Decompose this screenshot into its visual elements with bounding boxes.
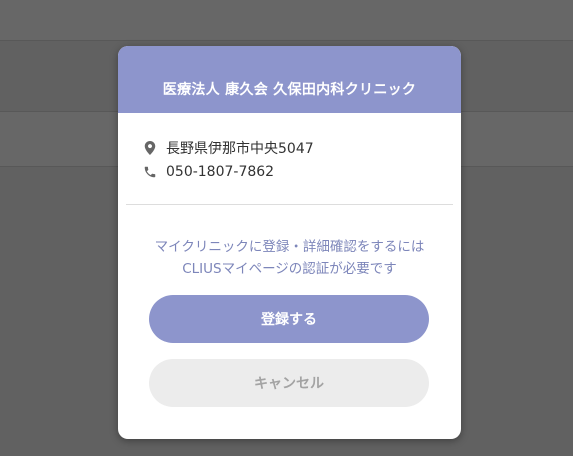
location-pin-icon (142, 140, 158, 156)
clinic-info: 長野県伊那市中央5047 050-1807-7862 (118, 113, 461, 184)
cancel-button[interactable]: キャンセル (149, 359, 429, 407)
phone-row: 050-1807-7862 (142, 160, 461, 184)
phone-icon (142, 164, 158, 180)
dialog-divider (126, 204, 453, 205)
clinic-phone: 050-1807-7862 (166, 164, 275, 180)
address-row: 長野県伊那市中央5047 (142, 136, 461, 160)
dialog-header: 医療法人 康久会 久保田内科クリニック (118, 46, 461, 113)
clinic-name-title: 医療法人 康久会 久保田内科クリニック (162, 82, 417, 98)
background-header (0, 0, 573, 40)
clinic-address: 長野県伊那市中央5047 (166, 141, 314, 157)
message-line-1: マイクリニックに登録・詳細確認をするには (154, 239, 425, 255)
message-line-2: CLIUSマイページの認証が必要です (182, 261, 397, 277)
clinic-registration-dialog: 医療法人 康久会 久保田内科クリニック 長野県伊那市中央5047 050-180… (118, 46, 461, 439)
register-button[interactable]: 登録する (149, 295, 429, 343)
auth-required-message: マイクリニックに登録・詳細確認をするには CLIUSマイページの認証が必要です (118, 236, 461, 280)
background-divider (0, 40, 573, 41)
